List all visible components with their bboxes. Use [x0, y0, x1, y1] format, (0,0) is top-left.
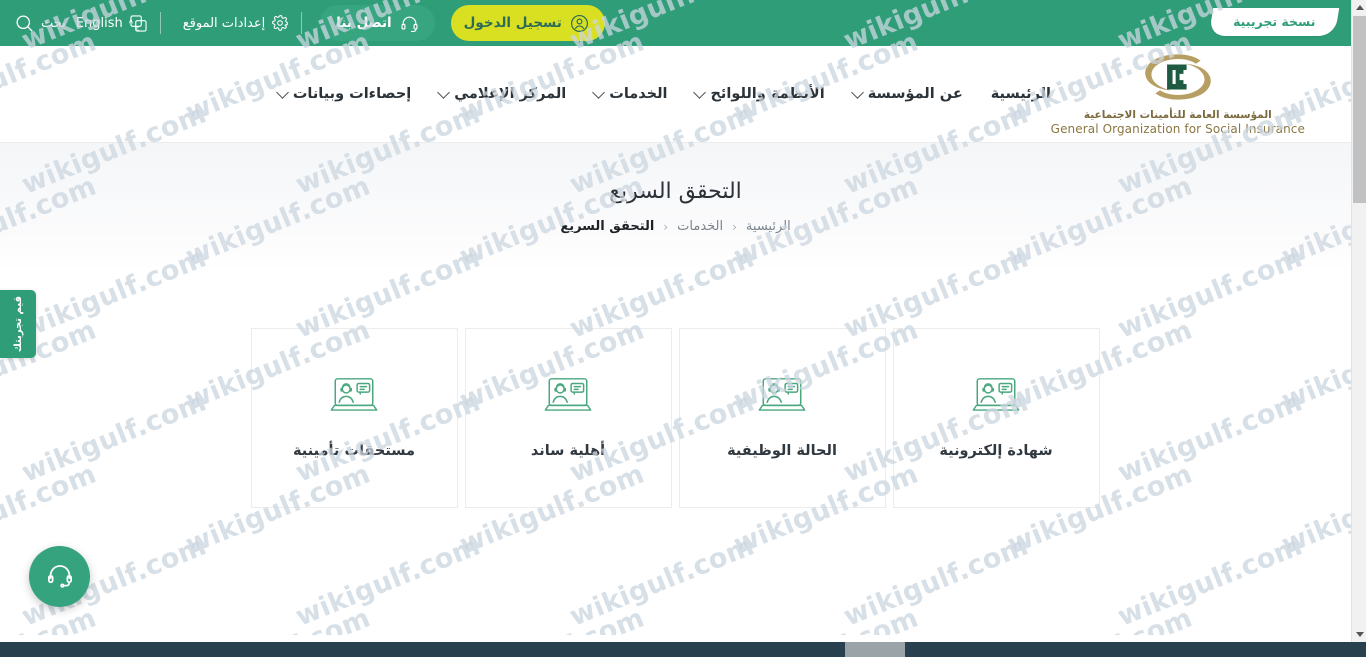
- site-settings-button[interactable]: إعدادات الموقع: [183, 14, 290, 32]
- nav-item-regulations[interactable]: الأنظمة واللوائح: [693, 86, 825, 102]
- contact-us-button[interactable]: اتصل بنا: [320, 5, 435, 41]
- top-bar-divider-2: [159, 12, 161, 34]
- chevron-down-icon: [693, 86, 707, 99]
- card-insurance-entitlements[interactable]: مستحقات تأمينية: [250, 328, 458, 508]
- language-switch-button[interactable]: A ع English: [76, 14, 148, 33]
- login-button[interactable]: تسجيل الدخول: [450, 5, 605, 41]
- chevron-down-icon: [850, 86, 864, 99]
- online-service-icon: [543, 371, 593, 425]
- nav-item-label: المركز الإعلامي: [454, 86, 567, 102]
- svg-text:A: A: [129, 18, 134, 25]
- scroll-down-button[interactable]: [1352, 627, 1366, 642]
- card-employment-status[interactable]: الحالة الوظيفية: [678, 328, 886, 508]
- online-service-icon: [971, 371, 1021, 425]
- rate-experience-tab[interactable]: قيم تجربتك: [0, 290, 36, 358]
- nav-item-label: الرئيسية: [990, 86, 1051, 102]
- search-icon: [14, 13, 35, 34]
- search-button[interactable]: بحث: [14, 13, 66, 34]
- support-chat-button[interactable]: [29, 546, 90, 607]
- trial-version-label: نسخة تجريبية: [1232, 14, 1316, 29]
- nav-item-label: إحصاءات وبيانات: [292, 86, 412, 102]
- rate-experience-label: قيم تجربتك: [12, 295, 24, 353]
- chevron-down-icon: [592, 86, 606, 99]
- online-service-icon: [329, 371, 379, 425]
- nav-item-statistics[interactable]: إحصاءات وبيانات: [275, 86, 412, 102]
- gosi-logo[interactable]: المؤسسة العامة للتأمينات الاجتماعية Gene…: [1051, 52, 1305, 136]
- card-electronic-certificate[interactable]: شهادة إلكترونية: [892, 328, 1100, 508]
- page-hero: التحقق السريع الرئيسية ‹ الخدمات ‹ التحق…: [0, 143, 1351, 270]
- nav-item-about[interactable]: عن المؤسسة: [850, 86, 963, 102]
- gosi-logo-arabic: المؤسسة العامة للتأمينات الاجتماعية: [1083, 109, 1272, 121]
- nav-item-media-center[interactable]: المركز الإعلامي: [437, 86, 567, 102]
- card-label: الحالة الوظيفية: [727, 443, 837, 459]
- nav-item-services[interactable]: الخدمات: [592, 86, 668, 102]
- card-label: شهادة إلكترونية: [939, 443, 1053, 459]
- breadcrumb: الرئيسية ‹ الخدمات ‹ التحقق السريع: [560, 219, 790, 234]
- nav-item-home[interactable]: الرئيسية: [991, 86, 1051, 102]
- top-bar-divider: [301, 12, 303, 34]
- breadcrumb-item-current: التحقق السريع: [560, 219, 655, 234]
- user-circle-icon: [570, 14, 589, 33]
- triangle-down-icon: [1355, 632, 1364, 637]
- scroll-up-button[interactable]: [1352, 0, 1366, 15]
- main-navigation-bar: المؤسسة العامة للتأمينات الاجتماعية Gene…: [0, 46, 1351, 143]
- service-cards: شهادة إلكترونية الحالة الوظيفية أهلية سا…: [250, 328, 1100, 508]
- breadcrumb-item-home[interactable]: الرئيسية: [746, 219, 791, 234]
- translate-icon: A ع: [129, 14, 148, 33]
- horizontal-scrollbar[interactable]: [0, 642, 1366, 657]
- headset-icon: [45, 560, 75, 594]
- chevron-down-icon: [275, 86, 289, 99]
- triangle-up-icon: [1355, 5, 1364, 10]
- nav-item-label: عن المؤسسة: [867, 86, 963, 102]
- gosi-logo-icon: [1051, 52, 1305, 106]
- page-title: التحقق السريع: [609, 179, 742, 204]
- page-root: تسجيل الدخول اتصل بنا إعدادات الموقع A ع…: [0, 0, 1351, 642]
- login-button-label: تسجيل الدخول: [463, 15, 562, 31]
- language-label: English: [75, 15, 123, 31]
- nav-item-label: الأنظمة واللوائح: [710, 86, 825, 102]
- gosi-logo-english: General Organization for Social Insuranc…: [1050, 122, 1305, 136]
- trial-version-badge: نسخة تجريبية: [1208, 8, 1340, 36]
- breadcrumb-item-services[interactable]: الخدمات: [677, 219, 723, 234]
- horizontal-scrollbar-thumb[interactable]: [845, 642, 905, 657]
- vertical-scrollbar[interactable]: [1351, 0, 1366, 642]
- headset-icon: [400, 14, 419, 33]
- card-label: أهلية ساند: [530, 443, 606, 459]
- vertical-scrollbar-thumb[interactable]: [1353, 16, 1366, 203]
- breadcrumb-separator: ‹: [732, 219, 737, 234]
- nav-items: الرئيسية عن المؤسسة الأنظمة واللوائح الخ…: [275, 86, 1051, 102]
- top-bar-left-group: تسجيل الدخول اتصل بنا إعدادات الموقع A ع…: [0, 0, 605, 46]
- contact-us-label: اتصل بنا: [336, 15, 392, 31]
- service-cards-section: شهادة إلكترونية الحالة الوظيفية أهلية سا…: [0, 270, 1351, 508]
- viewport-bottom-gap: [0, 635, 1366, 642]
- gear-icon: [271, 14, 289, 32]
- breadcrumb-separator: ‹: [663, 219, 669, 234]
- site-settings-label: إعدادات الموقع: [182, 15, 266, 31]
- online-service-icon: [757, 371, 807, 425]
- chevron-down-icon: [437, 86, 451, 99]
- top-utility-bar: تسجيل الدخول اتصل بنا إعدادات الموقع A ع…: [0, 0, 1351, 46]
- search-label: بحث: [41, 15, 66, 31]
- top-bar-right-group: نسخة تجريبية: [1208, 0, 1340, 46]
- card-label: مستحقات تأمينية: [292, 443, 416, 459]
- nav-item-label: الخدمات: [609, 86, 668, 102]
- card-saned-eligibility[interactable]: أهلية ساند: [464, 328, 672, 508]
